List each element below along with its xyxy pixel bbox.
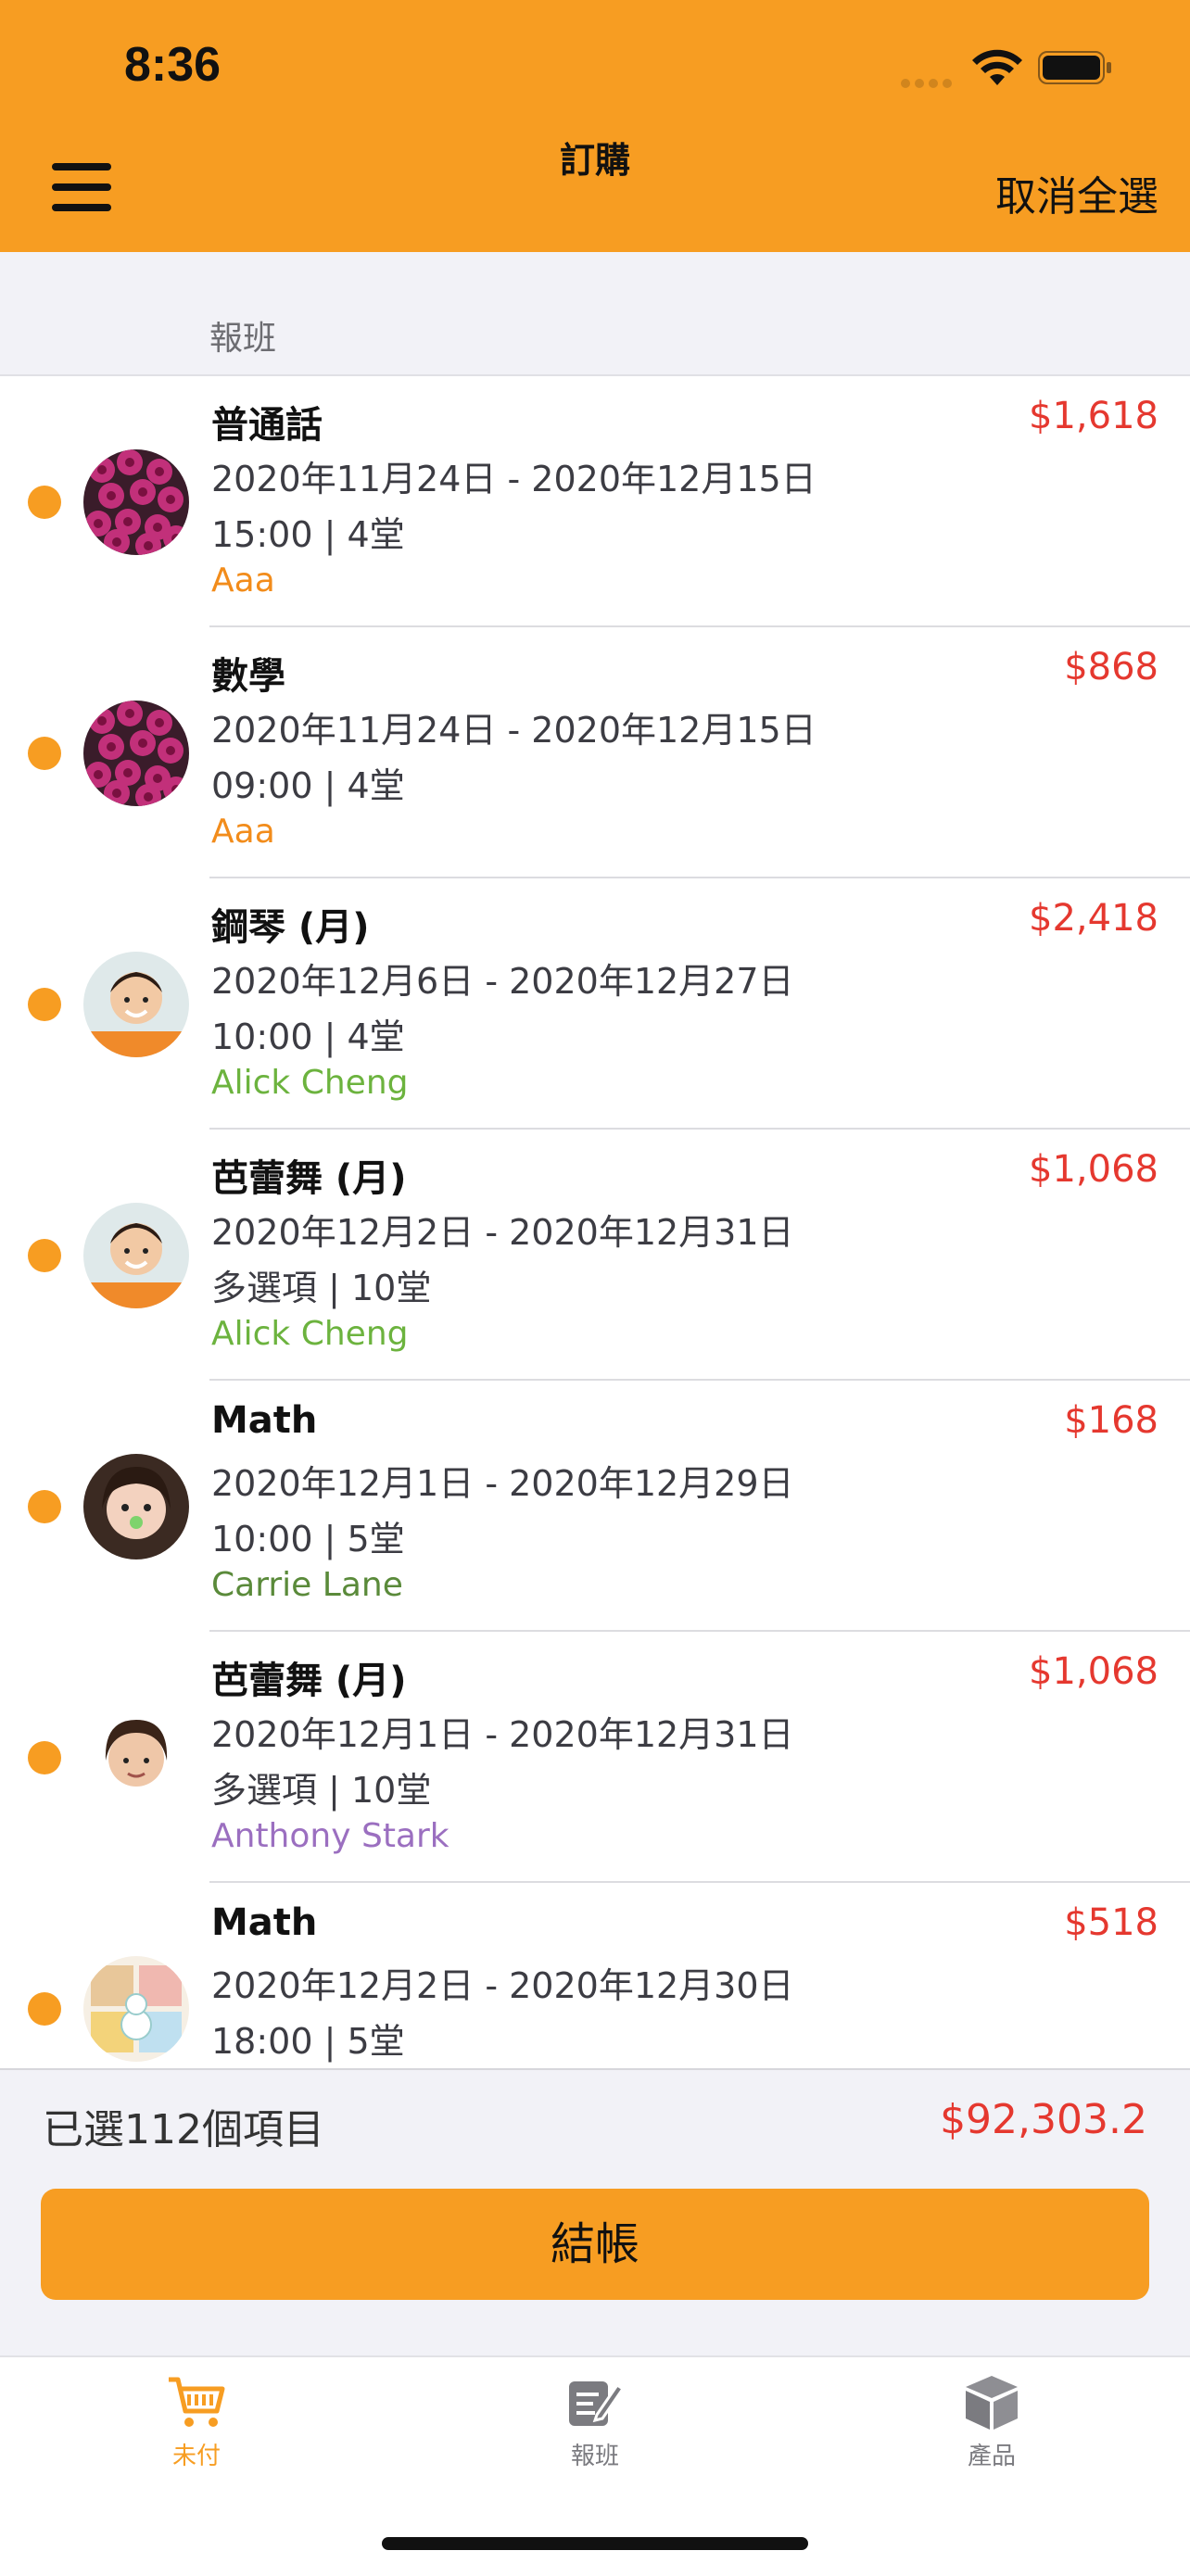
course-dates: 2020年12月2日 - 2020年12月30日	[211, 1965, 794, 2006]
tab-label: 報班	[570, 2443, 619, 2470]
avatar	[83, 1203, 189, 1308]
selected-indicator[interactable]	[28, 1239, 61, 1272]
avatar	[83, 1956, 189, 2062]
tab-products[interactable]: 產品	[899, 2372, 1084, 2471]
student-name: Aaa	[211, 813, 275, 851]
tab-label: 未付	[171, 2443, 221, 2470]
course-price: $1,068	[1029, 1650, 1158, 1693]
avatar	[83, 449, 189, 555]
section-header: 報班	[0, 252, 1190, 376]
course-dates: 2020年12月6日 - 2020年12月27日	[211, 961, 794, 1002]
course-price: $2,418	[1029, 897, 1158, 940]
student-name: Alick Cheng	[211, 1064, 409, 1102]
avatar	[83, 1705, 189, 1811]
course-title: Math	[211, 1901, 318, 1944]
student-name: Anthony Stark	[211, 1817, 449, 1855]
course-schedule: 10:00 | 5堂	[211, 1519, 405, 1559]
tab-label: 產品	[967, 2443, 1016, 2470]
course-price: $1,068	[1029, 1148, 1158, 1191]
cellular-signal-icon	[901, 74, 958, 88]
course-price: $168	[1064, 1399, 1158, 1442]
avatar	[83, 952, 189, 1057]
selected-indicator[interactable]	[28, 1490, 61, 1523]
course-schedule: 09:00 | 4堂	[211, 765, 405, 806]
checkout-footer: 已選112個項目 $92,303.2 結帳	[0, 2068, 1190, 2357]
student-name: Alick Cheng	[211, 1315, 409, 1353]
order-row[interactable]: 芭蕾舞 (月) $1,068 2020年12月2日 - 2020年12月31日 多選項…	[0, 1130, 1190, 1381]
avatar	[83, 1454, 189, 1559]
selected-indicator[interactable]	[28, 1741, 61, 1774]
course-price: $868	[1064, 646, 1158, 688]
checkout-button[interactable]: 結帳	[41, 2189, 1149, 2300]
course-title: 芭蕾舞 (月)	[211, 1157, 407, 1200]
course-schedule: 多選項 | 10堂	[211, 1268, 432, 1308]
course-price: $518	[1064, 1901, 1158, 1944]
hamburger-icon	[52, 163, 111, 170]
student-name: Carrie Lane	[211, 1566, 403, 1604]
course-dates: 2020年11月24日 - 2020年12月15日	[211, 459, 817, 499]
order-row[interactable]: 芭蕾舞 (月) $1,068 2020年12月1日 - 2020年12月31日 多選項…	[0, 1632, 1190, 1883]
order-row[interactable]: Math $518 2020年12月2日 - 2020年12月30日 18:00 | …	[0, 1883, 1190, 2068]
nav-bar: 8:36 訂購 取消全選	[0, 0, 1190, 252]
course-schedule: 10:00 | 4堂	[211, 1017, 405, 1057]
course-dates: 2020年11月24日 - 2020年12月15日	[211, 710, 817, 751]
edit-note-icon	[569, 2381, 626, 2426]
selected-indicator[interactable]	[28, 486, 61, 519]
course-title: Math	[211, 1399, 318, 1442]
wifi-icon	[972, 49, 1022, 85]
section-label: 報班	[209, 320, 277, 358]
tab-unpaid[interactable]: 未付	[104, 2372, 289, 2471]
course-title: 鋼琴 (月)	[211, 906, 370, 949]
course-schedule: 多選項 | 10堂	[211, 1770, 432, 1811]
total-price: $92,303.2	[940, 2096, 1147, 2143]
course-price: $1,618	[1029, 395, 1158, 437]
home-indicator	[382, 2537, 808, 2550]
selected-indicator[interactable]	[28, 1992, 61, 2026]
box-icon	[966, 2376, 1018, 2430]
battery-icon	[1038, 51, 1111, 84]
course-title: 芭蕾舞 (月)	[211, 1660, 407, 1702]
order-list[interactable]: 普通話 $1,618 2020年11月24日 - 2020年12月15日 15:00 …	[0, 376, 1190, 2068]
avatar	[83, 701, 189, 806]
course-dates: 2020年12月1日 - 2020年12月31日	[211, 1714, 794, 1755]
deselect-all-button[interactable]: 取消全選	[995, 163, 1158, 222]
menu-button[interactable]	[52, 163, 111, 213]
status-time: 8:36	[124, 38, 222, 92]
cart-icon	[169, 2377, 225, 2427]
selected-indicator[interactable]	[28, 988, 61, 1021]
course-schedule: 18:00 | 5堂	[211, 2021, 405, 2062]
course-title: 數學	[211, 655, 285, 698]
selected-indicator[interactable]	[28, 737, 61, 770]
order-row[interactable]: Math $168 2020年12月1日 - 2020年12月29日 10:00 | …	[0, 1381, 1190, 1632]
course-schedule: 15:00 | 4堂	[211, 514, 405, 555]
order-row[interactable]: 鋼琴 (月) $2,418 2020年12月6日 - 2020年12月27日 10:0…	[0, 878, 1190, 1130]
selected-count: 已選112個項目	[43, 2106, 324, 2153]
student-name: Aaa	[211, 562, 275, 600]
order-row[interactable]: 數學 $868 2020年11月24日 - 2020年12月15日 09:00 | 4…	[0, 627, 1190, 878]
order-row[interactable]: 普通話 $1,618 2020年11月24日 - 2020年12月15日 15:00 …	[0, 376, 1190, 627]
tab-classes[interactable]: 報班	[502, 2372, 688, 2471]
course-dates: 2020年12月2日 - 2020年12月31日	[211, 1212, 794, 1253]
course-title: 普通話	[211, 404, 323, 447]
course-dates: 2020年12月1日 - 2020年12月29日	[211, 1463, 794, 1504]
